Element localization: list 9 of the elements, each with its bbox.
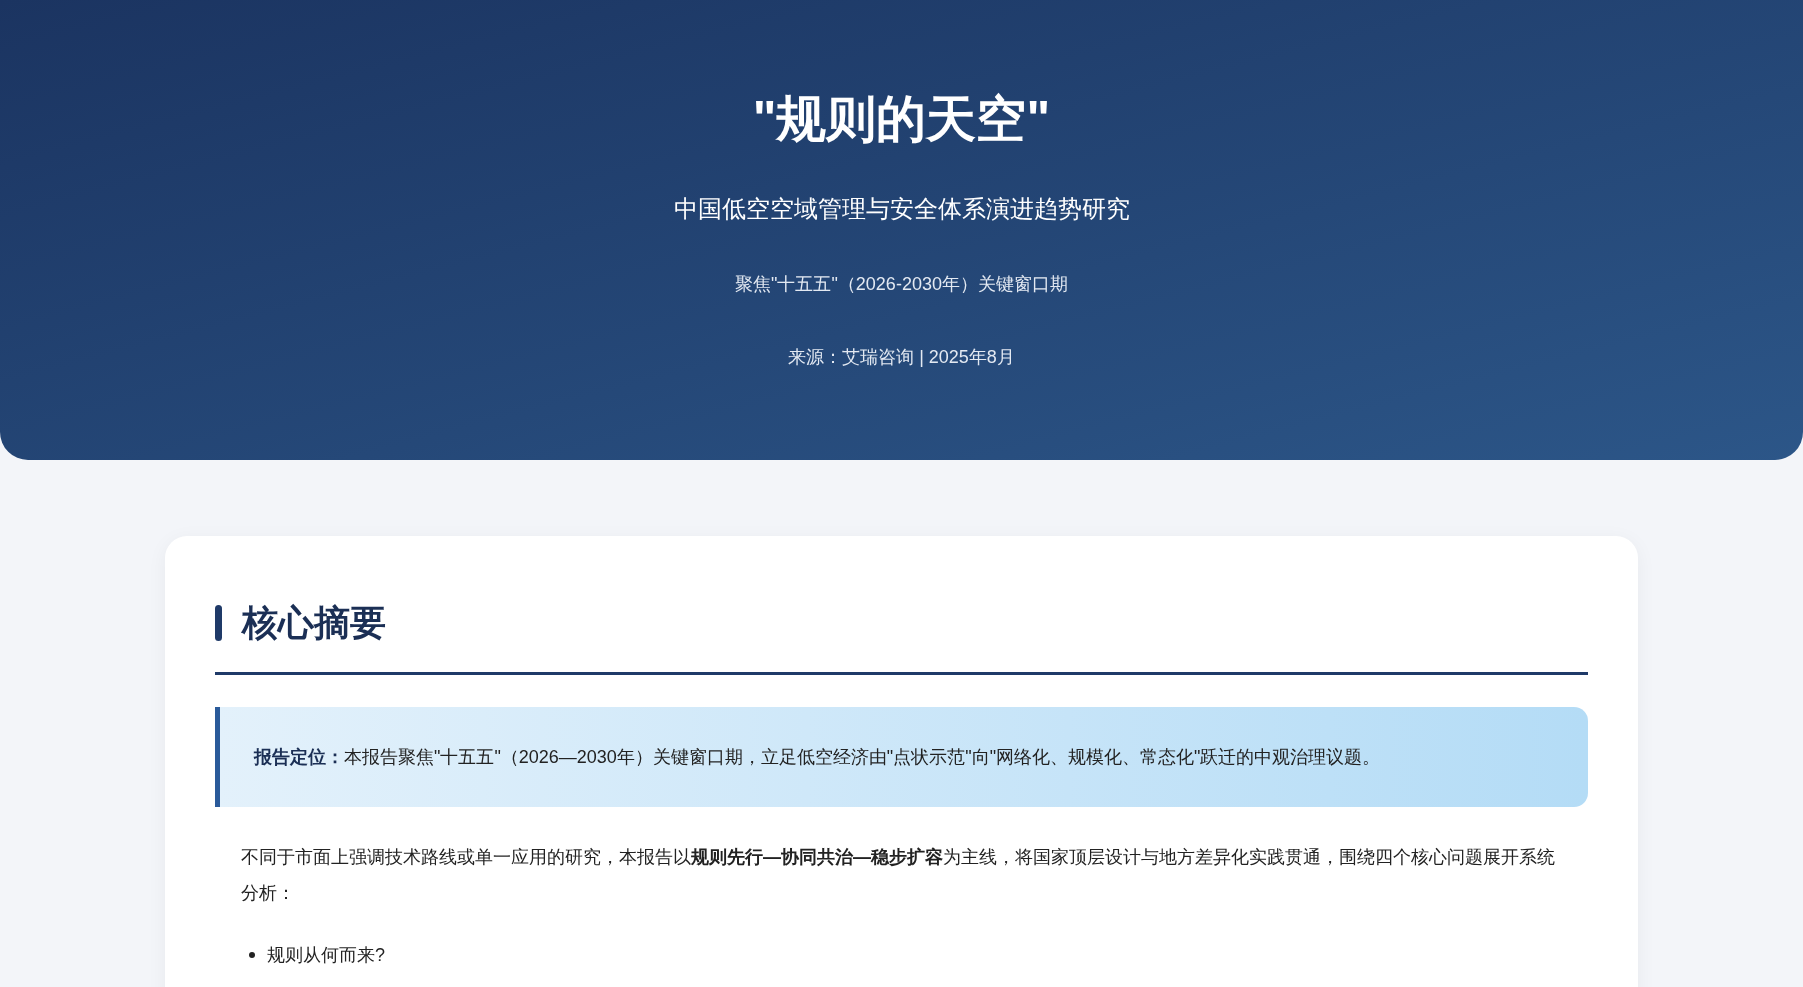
- report-title: "规则的天空": [752, 90, 1051, 149]
- heading-accent-bar: [215, 605, 222, 641]
- report-subtitle: 中国低空空域管理与安全体系演进趋势研究: [673, 193, 1130, 224]
- section-heading: 核心摘要: [242, 601, 386, 645]
- source-line: 来源：艾瑞咨询 | 2025年8月: [788, 345, 1015, 369]
- bullet-text: 规则从何而来?: [267, 944, 385, 967]
- focus-period: 聚焦"十五五"（2026-2030年）关键窗口期: [735, 272, 1068, 296]
- intro-paragraph: 不同于市面上强调技术路线或单一应用的研究，本报告以规则先行—协同共治—稳步扩容为主线，将国家顶层设计与地方差异化实践贯通，围绕四个核心问题展开系统分析：: [240, 846, 1556, 905]
- callout-text: 报告定位：本报告聚焦"十五五"（2026—2030年）关键窗口期，立足低空经济由"点状示范"向"网络化、规模化、常态化"跃迁的中观治理议题。: [254, 745, 1381, 769]
